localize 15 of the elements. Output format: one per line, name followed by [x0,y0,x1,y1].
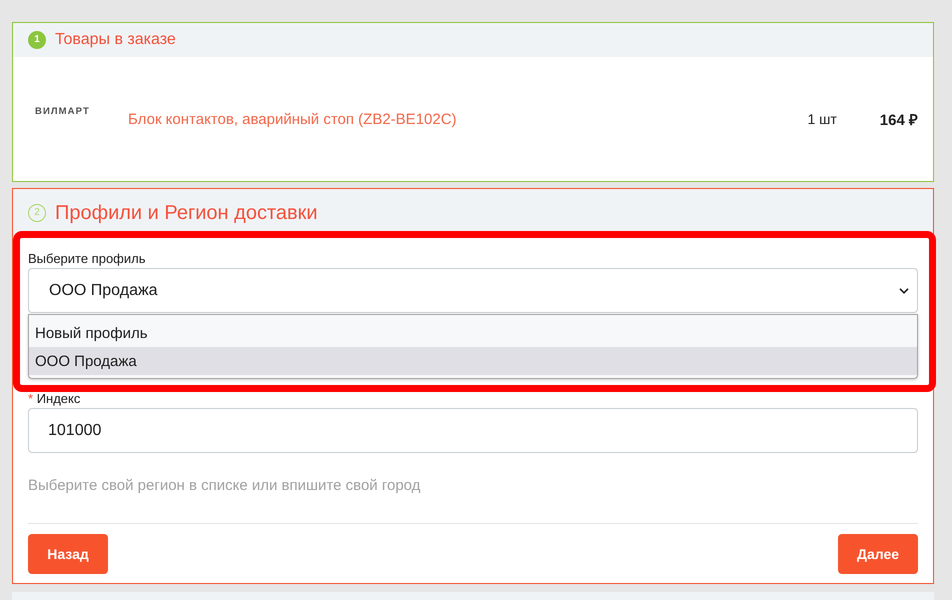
field-label: Выберите профиль [28,251,146,267]
hint-text: Выберите свой регион в списке или впишите свой город [28,477,420,495]
dropdown-option[interactable]: ООО Продажа [29,347,917,375]
step-number: 2 [28,204,46,222]
dropdown-option[interactable]: Новый профиль [29,319,917,347]
brand-logo: ВИЛМАРТ [35,106,90,116]
step-title: Товары в заказе [55,31,176,49]
profile-select[interactable]: ООО Продажа [28,268,918,313]
price-text: 164 ₽ [880,111,918,129]
postcode-field[interactable]: 101000 [28,408,918,453]
chevron-down-icon [899,288,909,294]
step-number: 1 [28,31,46,49]
step-title: Профили и Регион доставки [55,202,318,224]
field-label: * Индекс [28,392,80,406]
quantity-text: 1 шт [807,111,837,127]
